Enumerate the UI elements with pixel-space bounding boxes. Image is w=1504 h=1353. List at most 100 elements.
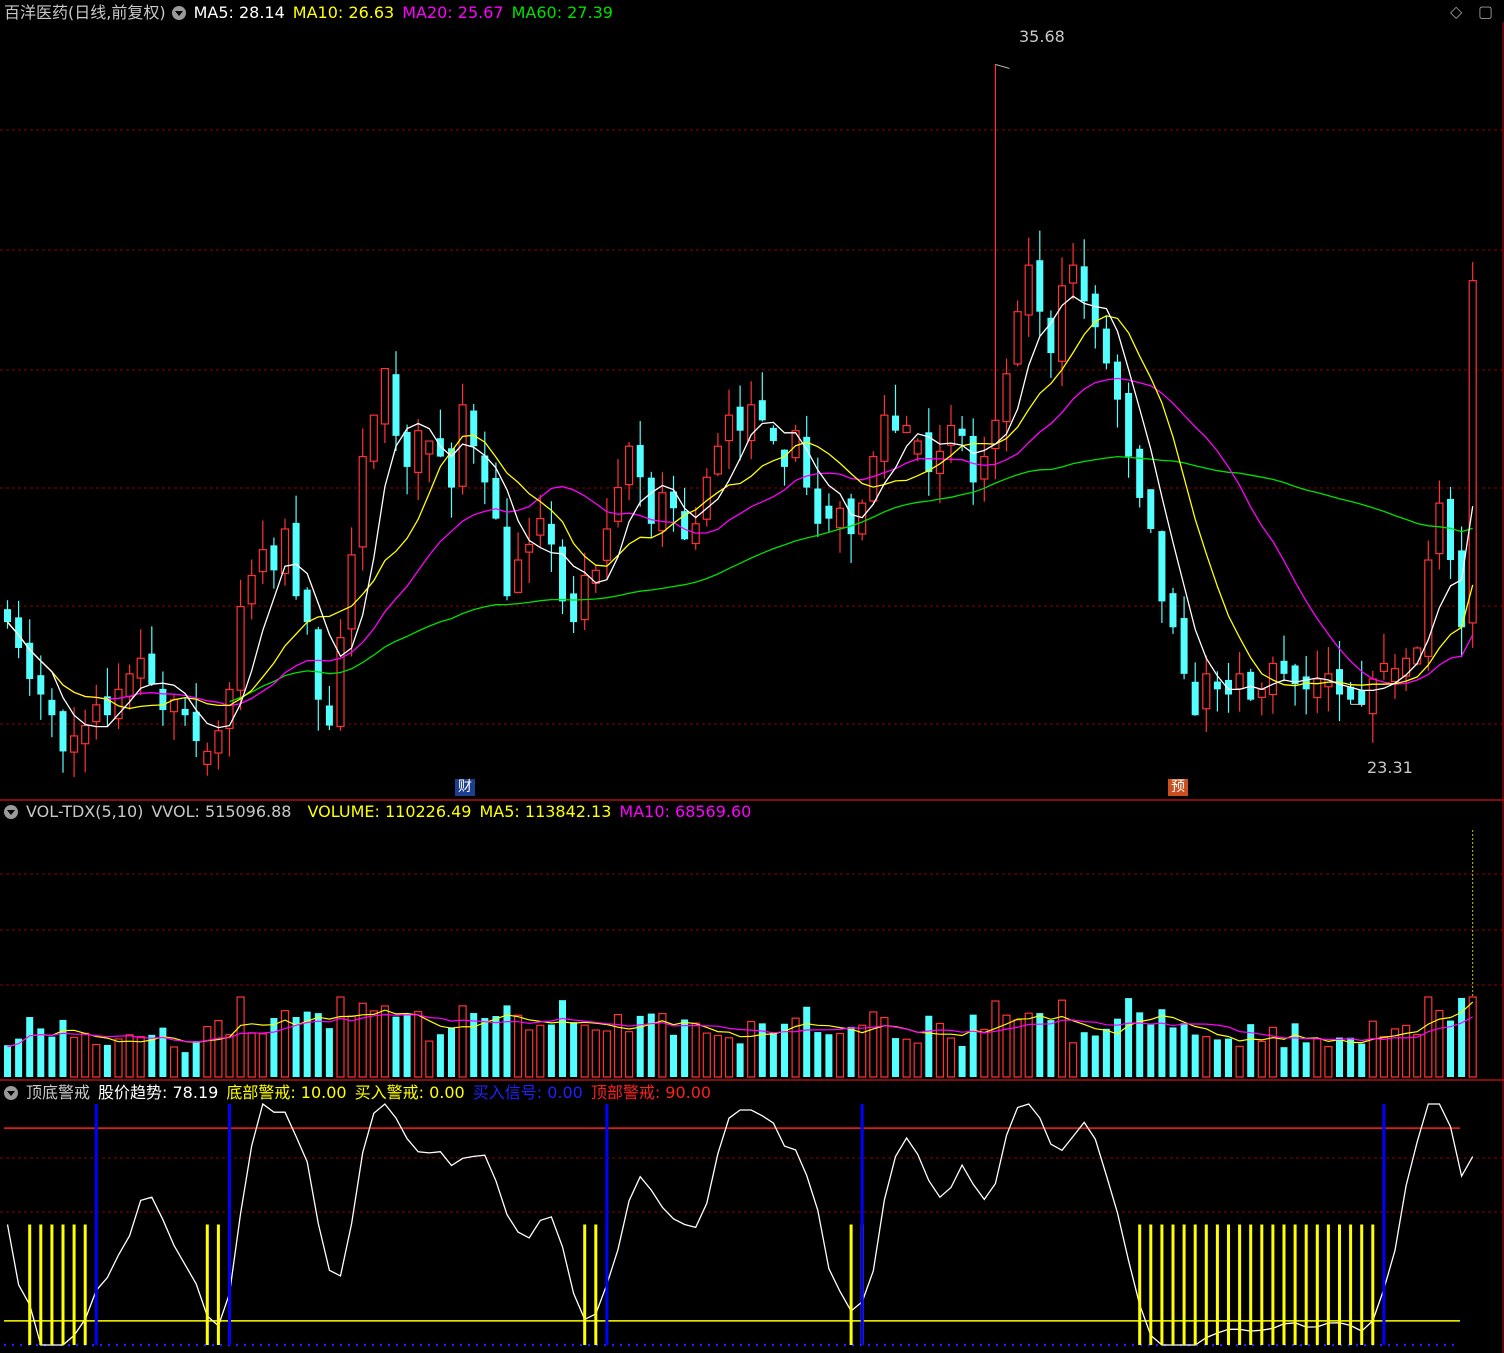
ma60-label: MA60: 27.39 [511, 3, 613, 22]
candle-body [1102, 328, 1110, 364]
candle-body [736, 406, 744, 431]
candle-body [1235, 673, 1244, 690]
volume-bar [192, 1041, 200, 1077]
volume-bar [1368, 1020, 1377, 1078]
candle-body [1280, 660, 1288, 674]
volume-bar [148, 1034, 156, 1077]
candle-body [969, 435, 977, 483]
candle-body [1024, 264, 1033, 316]
volume-bar [724, 1037, 734, 1078]
volume-bar [869, 1011, 878, 1078]
volume-bar [236, 996, 245, 1078]
top-warn-label: 顶部警戒: 90.00 [590, 1083, 712, 1102]
dropdown-circle-icon[interactable] [4, 805, 18, 819]
volume-bar [159, 1027, 167, 1077]
expand-square-icon[interactable]: ▢ [1478, 2, 1493, 21]
candle-body [414, 430, 423, 473]
candle-body [892, 415, 899, 431]
volume-bar [247, 1032, 256, 1078]
volume-bar [92, 1043, 101, 1078]
candle-body [4, 609, 11, 623]
candle-body [1158, 531, 1166, 602]
candle-body [624, 445, 634, 486]
volume-bar [214, 1020, 223, 1078]
candle-body [647, 477, 655, 524]
volume-bar [1225, 1038, 1232, 1077]
stock-title[interactable]: 百洋医药(日线,前复权) [4, 2, 166, 24]
volume-bar [225, 1034, 234, 1078]
candle-body [458, 404, 467, 487]
volume-bar [481, 1018, 489, 1077]
volume-bar [525, 1029, 534, 1078]
candle-body [713, 445, 723, 475]
volume-bar [380, 1005, 389, 1078]
candle-body [1057, 285, 1067, 362]
bottom-warn-label: 底部警戒: 10.00 [226, 1083, 347, 1102]
volume-bar [1336, 1037, 1343, 1077]
high-arrow [995, 63, 1010, 69]
candle-body [26, 642, 34, 680]
candle-body [503, 526, 511, 597]
volume-bar [1091, 1035, 1099, 1077]
candle-body [769, 427, 777, 442]
candle-body [946, 424, 956, 446]
volume-bar [448, 1027, 455, 1077]
candle-body [1013, 311, 1022, 365]
volume-bar [602, 1030, 612, 1078]
volume-bar [436, 1034, 444, 1077]
volume-bar [258, 1033, 267, 1078]
candle-body [570, 593, 578, 623]
candle-body [225, 688, 234, 729]
volume-bar [470, 1013, 478, 1077]
candle-body [1114, 361, 1121, 400]
volume-bar [347, 1015, 356, 1078]
volume-bar [1291, 1023, 1299, 1077]
candle-body [203, 750, 212, 765]
volume-bar [314, 1013, 322, 1077]
diamond-icon[interactable]: ◇ [1450, 2, 1462, 21]
financial-report-badge[interactable]: 财 [455, 779, 475, 796]
volume-bar [969, 1014, 977, 1077]
candle-body [236, 605, 245, 691]
dropdown-circle-icon[interactable] [171, 6, 186, 20]
candle-body [270, 545, 278, 571]
ma10-line [7, 315, 1474, 710]
volume-bar [1302, 1042, 1310, 1077]
candle-body [403, 431, 411, 467]
candle-body [1401, 657, 1411, 677]
candle-body [1213, 681, 1221, 690]
dropdown-circle-icon[interactable] [4, 1086, 18, 1100]
candle-body [880, 414, 889, 462]
volume-bar [825, 1034, 833, 1077]
volume-bar [1347, 1037, 1355, 1077]
main-header: 百洋医药(日线,前复权) MA5: 28.14 MA10: 26.63 MA20… [4, 2, 621, 24]
volume-bar [392, 1016, 400, 1077]
candle-body [1379, 662, 1389, 672]
volume-bar [1235, 1045, 1244, 1078]
candle-body [1424, 559, 1433, 657]
volume-bar [1213, 1039, 1221, 1077]
indicator-header: 顶底警戒 股价趋势: 78.19 底部警戒: 10.00 买入警戒: 0.00 … [0, 1082, 719, 1104]
candle-body [724, 414, 734, 442]
candle-body [602, 528, 612, 561]
candle-body [613, 487, 623, 522]
forecast-badge[interactable]: 预 [1168, 779, 1188, 796]
volume-bar [513, 1014, 523, 1078]
volume-bar [203, 1025, 212, 1078]
volume-bar [1468, 996, 1477, 1078]
vol-title[interactable]: VOL-TDX(5,10) [26, 801, 143, 823]
volume-bar [536, 1024, 545, 1078]
candle-body [781, 449, 788, 467]
candle-body [758, 400, 766, 421]
candle-body [148, 653, 156, 685]
candle-body [1125, 392, 1133, 457]
candle-body [791, 430, 800, 459]
volume-bar [1036, 1013, 1044, 1077]
candle-body [125, 673, 134, 698]
ind-title[interactable]: 顶底警戒 [26, 1082, 90, 1104]
candle-body [136, 657, 145, 679]
ma5-label: MA5: 28.14 [193, 3, 285, 22]
candle-body [1313, 678, 1322, 699]
stock-chart[interactable] [0, 0, 1504, 1353]
volume-bar [670, 1034, 677, 1077]
